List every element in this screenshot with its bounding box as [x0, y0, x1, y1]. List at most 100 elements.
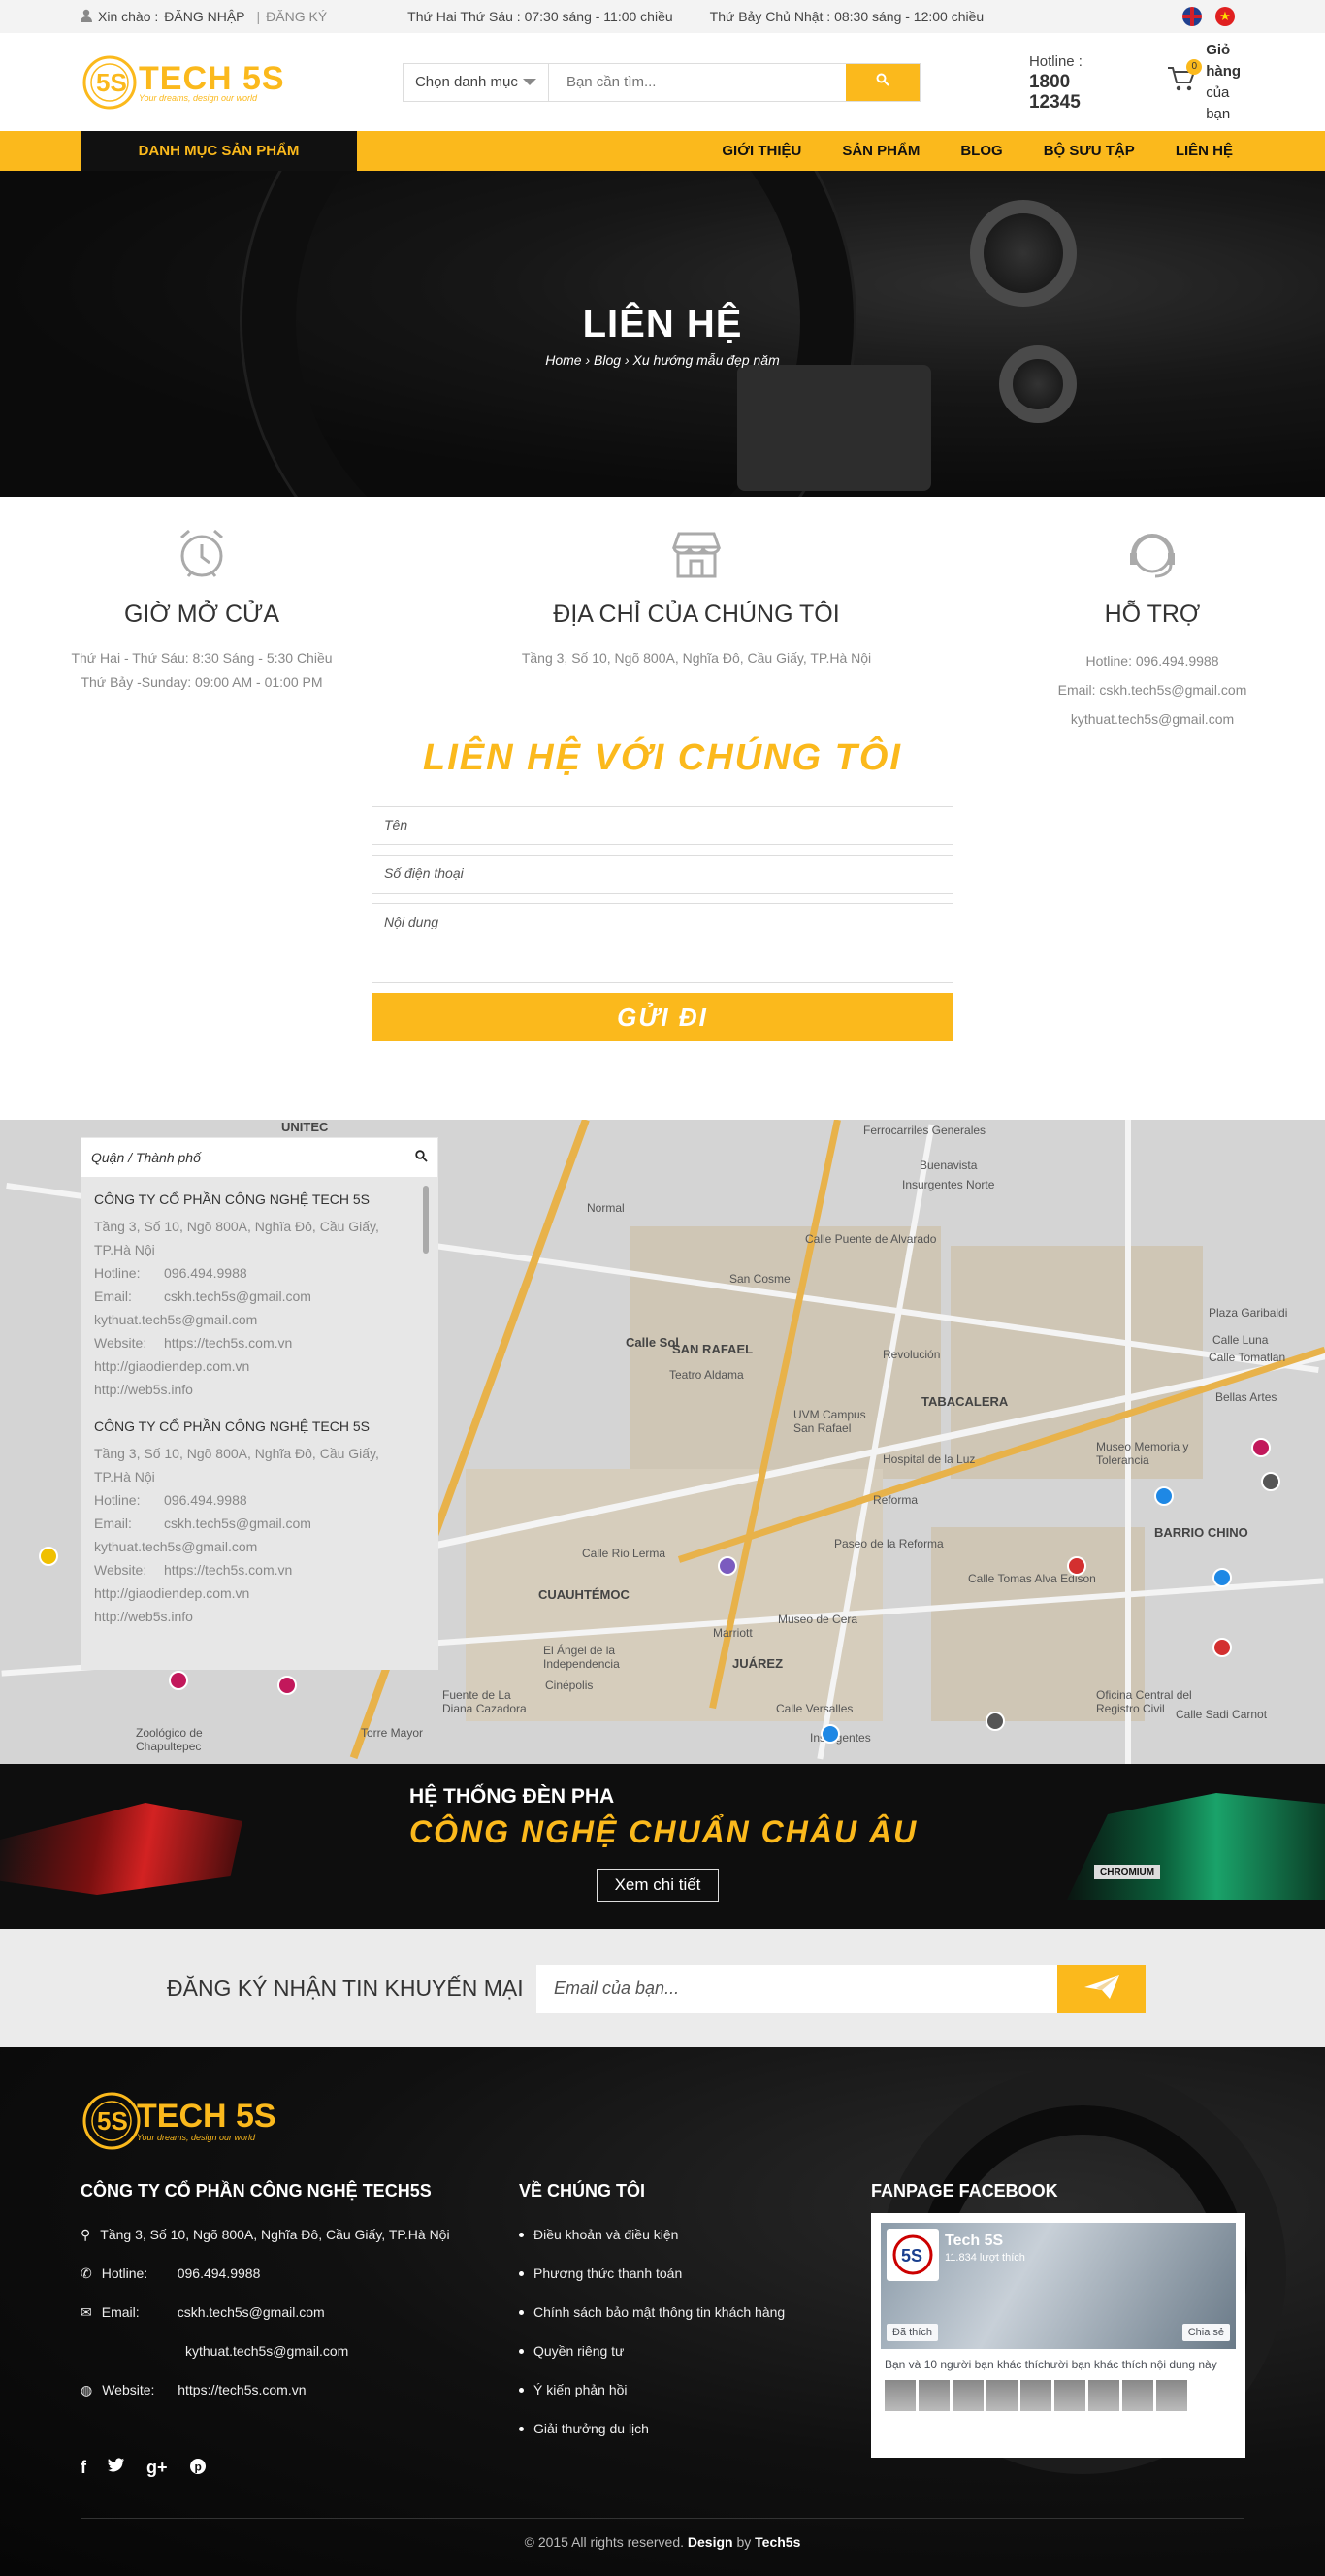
page-hero: LIÊN HỆ Home › Blog › Xu hướng mẫu đẹp n… [0, 171, 1325, 497]
avatar [1122, 2380, 1153, 2411]
footer-link-payment[interactable]: Phương thức thanh toán [519, 2254, 785, 2293]
nav-item-collection[interactable]: BỘ SƯU TẬP [1023, 143, 1155, 159]
map-label: Cinépolis [545, 1679, 594, 1692]
map-label: Buenavista [920, 1158, 978, 1172]
svg-text:5S: 5S [96, 68, 127, 97]
svg-text:5S: 5S [97, 2106, 128, 2136]
map-pin-icon[interactable] [1261, 1472, 1280, 1491]
search-button[interactable] [845, 63, 920, 101]
facebook-icon[interactable]: f [81, 2458, 86, 2480]
footer-link-awards[interactable]: Giải thưởng du lịch [519, 2409, 785, 2448]
map-label: Calle Tomatlan [1209, 1351, 1286, 1364]
avatar [919, 2380, 950, 2411]
english-flag-icon[interactable] [1182, 7, 1202, 26]
map-pin-icon[interactable] [1251, 1438, 1271, 1457]
map-pin-icon[interactable] [1212, 1638, 1232, 1657]
cart-count-badge: 0 [1186, 59, 1203, 75]
category-select[interactable]: Chọn danh mục [403, 63, 549, 101]
login-link[interactable]: ĐĂNG NHẬP [164, 9, 244, 24]
district-search-input[interactable]: Quận / Thành phố [91, 1150, 201, 1165]
twitter-icon[interactable] [108, 2458, 125, 2480]
hotline-number[interactable]: 1800 12345 [1029, 72, 1103, 113]
map-label: Revolución [883, 1348, 941, 1361]
panel-scrollbar[interactable] [423, 1186, 429, 1254]
store-email-2: kythuat.tech5s@gmail.com [94, 1539, 258, 1554]
footer-email-1[interactable]: cskh.tech5s@gmail.com [178, 2304, 325, 2320]
nav-item-blog[interactable]: BLOG [940, 143, 1022, 159]
hours-line-2: Thứ Bảy -Sunday: 09:00 AM - 01:00 PM [81, 674, 323, 690]
footer-link-feedback[interactable]: Ý kiến phản hồi [519, 2370, 785, 2409]
alarm-clock-icon [174, 529, 230, 586]
map-label: Teatro Aldama [669, 1368, 744, 1382]
contact-form-section: LIÊN HỆ VỚI CHÚNG TÔI Tên Số điện thoại … [0, 737, 1325, 1041]
register-link[interactable]: ĐĂNG KÝ [266, 9, 327, 24]
map-label: Paseo de la Reforma [834, 1537, 944, 1550]
map-pin-icon[interactable] [1212, 1568, 1232, 1587]
store-list-item[interactable]: CÔNG TY CỔ PHẦN CÔNG NGHỆ TECH 5S Tầng 3… [94, 1415, 425, 1628]
map-pin-icon[interactable] [1067, 1556, 1086, 1576]
categories-menu-button[interactable]: DANH MỤC SẢN PHẨM [81, 131, 357, 171]
weekend-hours: Thứ Bảy Chủ Nhật : 08:30 sáng - 12:00 ch… [709, 9, 985, 24]
hours-title: GIỜ MỞ CỬA [123, 601, 280, 628]
map-pin-icon[interactable] [986, 1712, 1005, 1731]
footer-logo[interactable]: 5S TECH 5S Your dreams, design our world [81, 2090, 276, 2152]
view-details-button[interactable]: Xem chi tiết [597, 1869, 719, 1902]
map-label: Normal [587, 1201, 625, 1215]
support-hotline: Hotline: 096.494.9988 [1085, 653, 1219, 668]
newsletter-submit-button[interactable] [1057, 1965, 1146, 2013]
copyright-by: by [736, 2534, 752, 2550]
footer-hotline-row: ✆ Hotline: 096.494.9988 [81, 2254, 498, 2293]
search-input[interactable] [548, 63, 846, 101]
store-website: https://tech5s.com.vn [164, 1335, 293, 1351]
nav-item-contact[interactable]: LIÊN HỆ [1155, 143, 1244, 159]
site-logo[interactable]: 5S TECH 5S Your dreams, design our world [81, 50, 302, 114]
support-block: HỖ TRỢ Hotline: 096.494.9988 Email: cskh… [1007, 526, 1298, 737]
fb-page-name[interactable]: Tech 5S [945, 2233, 1003, 2250]
tail-light-image [0, 1803, 242, 1895]
footer-hotline[interactable]: 096.494.9988 [178, 2266, 261, 2281]
hero-background-image [737, 365, 931, 491]
map-label: Insurgentes Norte [902, 1178, 995, 1191]
map-pin-icon[interactable] [39, 1547, 58, 1566]
submit-button[interactable]: GỬI ĐI [372, 993, 953, 1041]
google-plus-icon[interactable]: g+ [146, 2458, 168, 2480]
footer-email-2[interactable]: kythuat.tech5s@gmail.com [185, 2343, 348, 2359]
search-bar: Chọn danh mục [402, 62, 921, 102]
message-field[interactable]: Nội dung [372, 903, 953, 983]
nav-item-products[interactable]: SẢN PHẨM [822, 143, 940, 159]
pinterest-icon[interactable]: p [189, 2458, 207, 2480]
name-field[interactable]: Tên [372, 806, 953, 845]
map-pin-icon[interactable] [1154, 1486, 1174, 1506]
nav-item-about[interactable]: GIỚI THIỆU [701, 143, 822, 159]
search-icon [876, 73, 889, 91]
footer-about: VỀ CHÚNG TÔI Điều khoản và điều kiện Phư… [519, 2181, 785, 2448]
fb-share-button[interactable]: Chia sẻ [1181, 2324, 1230, 2341]
footer-link-terms[interactable]: Điều khoản và điều kiện [519, 2215, 785, 2254]
search-icon[interactable] [415, 1150, 428, 1165]
footer-website[interactable]: https://tech5s.com.vn [178, 2382, 306, 2397]
map-pin-icon[interactable] [821, 1724, 840, 1744]
avatar [1020, 2380, 1051, 2411]
store-site-2: http://giaodiendep.com.vn [94, 1358, 250, 1374]
map-label: TABACALERA [921, 1394, 1009, 1409]
map-label: UNITEC [281, 1120, 329, 1134]
store-list-item[interactable]: CÔNG TY CỔ PHẦN CÔNG NGHỆ TECH 5S Tầng 3… [94, 1188, 425, 1401]
breadcrumb-blog[interactable]: Blog [594, 352, 621, 368]
facebook-widget[interactable]: 5S Tech 5S 11.834 lượt thích Đã thích Ch… [871, 2213, 1245, 2458]
breadcrumb: Home › Blog › Xu hướng mẫu đẹp năm [0, 352, 1325, 368]
fb-like-button[interactable]: Đã thích [887, 2324, 938, 2341]
map-pin-icon[interactable] [718, 1556, 737, 1576]
district-search[interactable]: Quận / Thành phố [81, 1138, 437, 1177]
map-pin-icon[interactable] [169, 1671, 188, 1690]
copyright-brand[interactable]: Tech5s [755, 2534, 800, 2550]
fb-friend-avatars [881, 2380, 1236, 2411]
breadcrumb-home[interactable]: Home [545, 352, 581, 368]
vietnamese-flag-icon[interactable]: ★ [1215, 7, 1235, 26]
cart[interactable]: 0 Giỏ hàng của bạn [1167, 40, 1244, 125]
footer-link-privacy[interactable]: Quyền riêng tư [519, 2331, 785, 2370]
newsletter-email-input[interactable]: Email của bạn... [536, 1965, 1057, 2013]
opening-hours-block: GIỜ MỞ CỬA Thứ Hai - Thứ Sáu: 8:30 Sáng … [56, 526, 347, 737]
footer-link-privacy-policy[interactable]: Chính sách bảo mật thông tin khách hàng [519, 2293, 785, 2331]
map-pin-icon[interactable] [277, 1676, 297, 1695]
phone-field[interactable]: Số điện thoại [372, 855, 953, 894]
